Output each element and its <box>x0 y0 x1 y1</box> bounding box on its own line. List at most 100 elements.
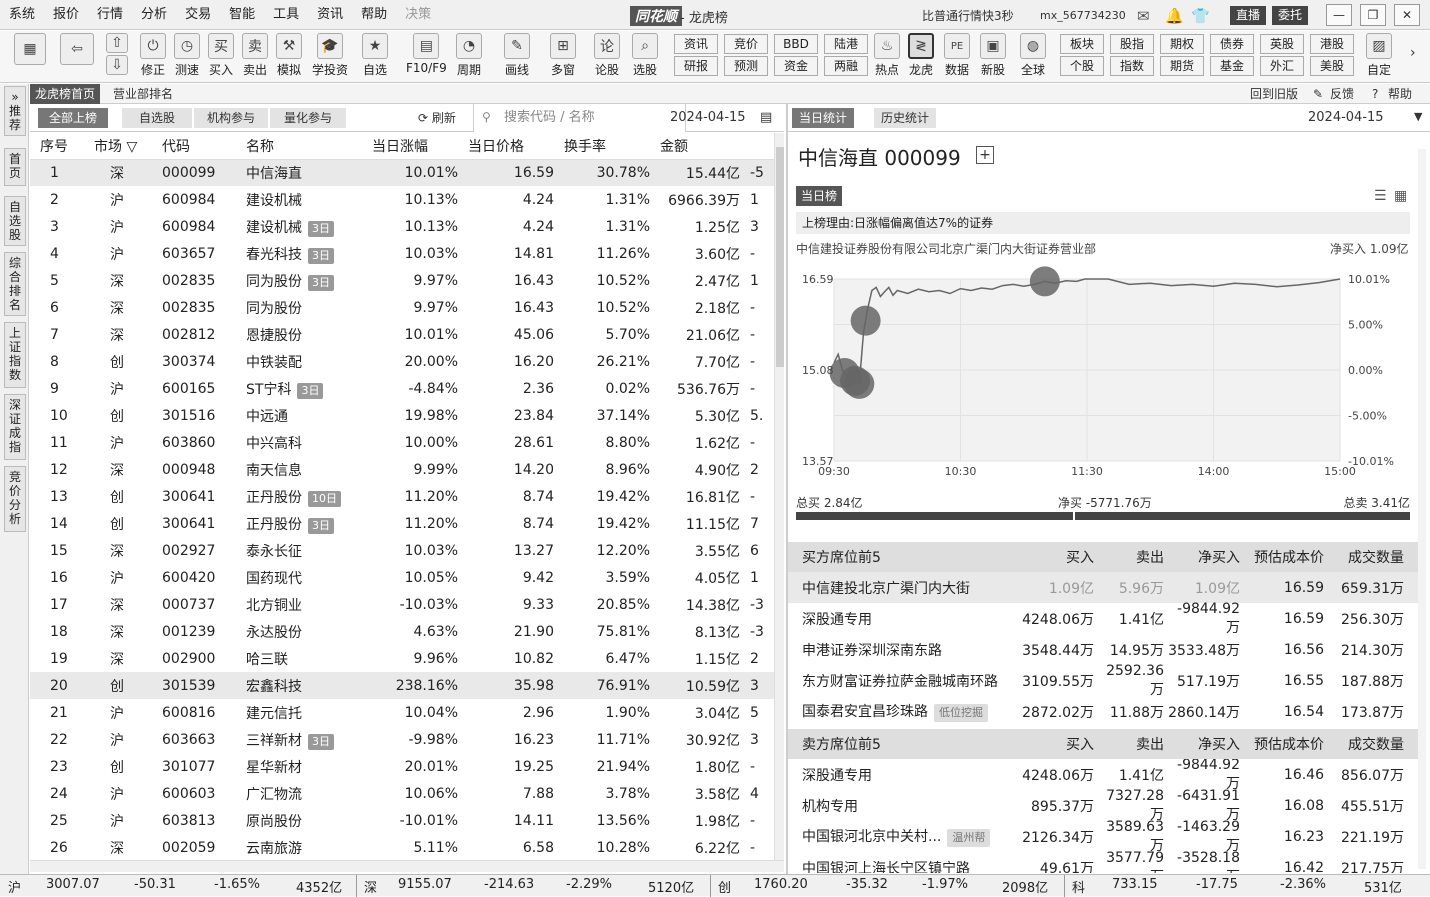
forex-button[interactable]: 外汇 <box>1260 56 1304 76</box>
kc-label[interactable]: 科 <box>1072 877 1085 896</box>
col-amount[interactable]: 金额 <box>656 133 746 160</box>
menu-quote[interactable]: 报价 <box>44 0 88 30</box>
row-name[interactable]: 中铁装配 <box>236 348 368 375</box>
row-name[interactable]: 永达股份 <box>236 618 368 645</box>
sidebar-item-home[interactable]: 首页 <box>4 148 26 186</box>
close-icon[interactable]: ✕ <box>1394 4 1420 26</box>
hk-connect-button[interactable]: 陆港 <box>824 34 868 54</box>
menu-trade[interactable]: 交易 <box>176 0 220 30</box>
tab-history-stats[interactable]: 历史统计 <box>874 108 937 128</box>
table-row[interactable]: 15 深 002927 泰永长征 10.03% 13.27 12.20% 3.55亿 6 <box>30 537 774 564</box>
sz-label[interactable]: 深 <box>364 877 377 896</box>
table-row[interactable]: 23 创 301077 星华新材 20.01% 19.25 21.94% 1.80亿 - <box>30 753 774 780</box>
table-row[interactable]: 6 深 002835 同为股份 9.97% 16.43 10.52% 2.18亿 - <box>30 294 774 321</box>
tool-draw[interactable]: ✎ 画线 <box>504 33 530 81</box>
feedback-link[interactable]: 反馈 <box>1330 84 1354 104</box>
table-row[interactable]: 14 创 300641 正丹股份 3日 11.20% 8.74 19.42% 11.15亿 7 <box>30 510 774 537</box>
table-row[interactable]: 9 沪 600165 ST宁科 3日 -4.84% 2.36 0.02% 536.76万 - <box>30 375 774 402</box>
add-watch-icon[interactable]: + <box>976 146 994 164</box>
table-row[interactable]: 22 沪 603663 三祥新材 3日 -9.98% 16.23 11.71% 30.92亿 3 <box>30 726 774 753</box>
list-view-icon[interactable]: ☰ <box>1374 188 1387 204</box>
table-row[interactable]: 25 沪 603813 原尚股份 -10.01% 14.11 13.56% 1.98亿 - <box>30 807 774 834</box>
table-row[interactable]: 13 创 300641 正丹股份 10日 11.20% 8.74 19.42% 16.81亿 - <box>30 483 774 510</box>
mail-icon[interactable]: ✉ <box>1137 7 1150 25</box>
tool-f10[interactable]: ▤ F10/F9 <box>406 33 447 81</box>
row-name[interactable]: 春光科技 3日 <box>236 240 368 267</box>
filter-institution[interactable]: 机构参与 <box>194 108 268 128</box>
row-name[interactable]: 建设机械 3日 <box>236 213 368 240</box>
detail-date-select[interactable]: 2024-04-15 <box>1308 110 1384 125</box>
tool-sim[interactable]: ⚒ 模拟 <box>276 33 302 81</box>
forecast-button[interactable]: 预测 <box>724 56 768 76</box>
help-icon[interactable]: ? <box>1372 84 1378 104</box>
table-scrollbar[interactable] <box>774 133 784 860</box>
tool-speed[interactable]: ◷ 测速 <box>174 33 200 81</box>
row-name[interactable]: 建元信托 <box>236 699 368 726</box>
row-name[interactable]: 南天信息 <box>236 456 368 483</box>
seat-row[interactable]: 机构专用 895.37万 7327.28万 -6431.91万 16.08 455.51万 <box>788 788 1418 823</box>
seat-row[interactable]: 申港证券深圳深南东路 3548.44万 14.95万 3533.48万 16.56 214… <box>788 634 1418 665</box>
seat-row[interactable]: 中信建投北京广渠门内大街 1.09亿 5.96万 1.09亿 16.59 659.31万 <box>788 572 1418 603</box>
row-name[interactable]: ST宁科 3日 <box>236 375 368 402</box>
row-name[interactable]: 云南旅游 <box>236 834 368 860</box>
help-link[interactable]: 帮助 <box>1388 84 1412 104</box>
sidebar-item-sz-index[interactable]: 深证成指 <box>4 394 26 460</box>
futures-button[interactable]: 期货 <box>1160 56 1204 76</box>
row-name[interactable]: 中远通 <box>236 402 368 429</box>
row-name[interactable]: 中兴高科 <box>236 429 368 456</box>
shirt-icon[interactable]: 👕 <box>1191 7 1210 25</box>
tool-ipo[interactable]: ▣ 新股 <box>980 33 1006 81</box>
row-name[interactable]: 泰永长征 <box>236 537 368 564</box>
sh-label[interactable]: 沪 <box>8 877 21 896</box>
sidebar-item-auction[interactable]: 竞价分析 <box>4 466 26 532</box>
bbd-button[interactable]: BBD <box>774 34 818 54</box>
seat-row[interactable]: 东方财富证券拉萨金融城南环路 3109.55万 2592.36万 517.19万 16.… <box>788 663 1418 698</box>
toolbar-more-icon[interactable]: › <box>1410 45 1416 61</box>
col-seq[interactable]: 序号 <box>30 133 90 160</box>
seat-name[interactable]: 深股通专用 <box>788 765 1010 785</box>
sector-button[interactable]: 板块 <box>1060 34 1104 54</box>
tool-watchlist[interactable]: ★ 自选 <box>362 33 388 81</box>
row-name[interactable]: 宏鑫科技 <box>236 672 368 699</box>
menu-analysis[interactable]: 分析 <box>132 0 176 30</box>
seat-name[interactable]: 国泰君安宜昌珍珠路 低位挖掘 <box>788 701 1010 722</box>
seat-name[interactable]: 中国银河北京中关村... 温州帮 <box>788 826 1010 847</box>
bonds-button[interactable]: 债券 <box>1210 34 1254 54</box>
row-name[interactable]: 正丹股份 10日 <box>236 483 368 510</box>
tab-today-stats[interactable]: 当日统计 <box>792 108 855 128</box>
row-name[interactable]: 广汇物流 <box>236 780 368 807</box>
menu-news[interactable]: 资讯 <box>308 0 352 30</box>
row-name[interactable]: 同为股份 <box>236 294 368 321</box>
auction-button[interactable]: 竞价 <box>724 34 768 54</box>
bell-icon[interactable]: 🔔 <box>1165 7 1184 25</box>
funds-button[interactable]: 资金 <box>774 56 818 76</box>
col-price[interactable]: 当日价格 <box>464 133 560 160</box>
minimize-icon[interactable]: — <box>1326 4 1352 26</box>
layout-button[interactable]: ▦ <box>14 33 46 81</box>
tool-custom[interactable]: ▨ 自定 <box>1366 33 1392 81</box>
table-row[interactable]: 12 深 000948 南天信息 9.99% 14.20 8.96% 4.90亿 2 <box>30 456 774 483</box>
tool-fix[interactable]: ⏻ 修正 <box>140 33 166 81</box>
tool-sell[interactable]: 卖卖出 <box>242 33 268 81</box>
filter-funnel-icon[interactable]: ▽ <box>126 139 137 155</box>
menu-help[interactable]: 帮助 <box>352 0 396 30</box>
stock-index-button[interactable]: 股指 <box>1110 34 1154 54</box>
row-name[interactable]: 同为股份 3日 <box>236 267 368 294</box>
sidebar-item-sh-index[interactable]: 上证指数 <box>4 322 26 388</box>
tool-learn[interactable]: 🎓 学投资 <box>312 33 348 81</box>
col-market[interactable]: 市场 ▽ <box>90 133 152 160</box>
old-version-link[interactable]: 回到旧版 <box>1250 84 1298 104</box>
table-row[interactable]: 4 沪 603657 春光科技 3日 10.03% 14.81 11.26% 3.60亿 - <box>30 240 774 267</box>
table-row[interactable]: 18 深 001239 永达股份 4.63% 21.90 75.81% 8.13亿 -3 <box>30 618 774 645</box>
table-row[interactable]: 3 沪 600984 建设机械 3日 10.13% 4.24 1.31% 1.25亿 3 <box>30 213 774 240</box>
tab-dragon-tiger-home[interactable]: 龙虎榜首页 <box>30 84 101 104</box>
up-down-button[interactable]: ⇧ ⇩ <box>106 33 128 81</box>
table-row[interactable]: 1 深 000099 中信海直 10.01% 16.59 30.78% 15.44亿 -5 <box>30 159 774 186</box>
research-button[interactable]: 研报 <box>674 56 718 76</box>
menu-decision[interactable]: 决策 <box>396 0 440 30</box>
filter-all-listed[interactable]: 全部上榜 <box>38 108 108 128</box>
row-name[interactable]: 中信海直 <box>236 159 368 186</box>
sidebar-item-ranking[interactable]: 综合排名 <box>4 252 26 316</box>
seat-name[interactable]: 机构专用 <box>788 796 1010 816</box>
filter-watchlist[interactable]: 自选股 <box>122 108 192 128</box>
